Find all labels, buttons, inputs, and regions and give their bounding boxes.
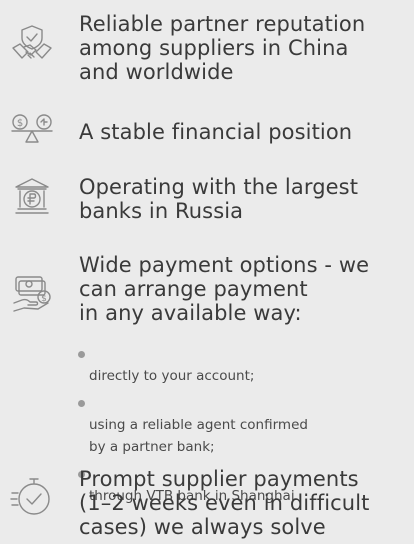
list-item: directly to your account; <box>77 343 410 387</box>
feature-text-payment: Wide payment options - we can arrange pa… <box>79 253 370 325</box>
handshake-icon <box>10 22 54 66</box>
feature-text-prompt-payments: Prompt supplier payments (1–2 weeks even… <box>79 467 370 539</box>
feature-text-financial: A stable financial position <box>79 120 353 144</box>
feature-text-reputation: Reliable partner reputation among suppli… <box>79 12 366 84</box>
bullet-dot <box>78 351 85 358</box>
feature-text-banks: Operating with the largest banks in Russ… <box>79 175 359 223</box>
balance-scale-icon: $ <box>10 110 54 154</box>
svg-text:$: $ <box>41 294 47 304</box>
stopwatch-check-icon <box>10 475 54 519</box>
bank-ruble-icon <box>10 175 54 219</box>
list-item: using a reliable agent confirmed by a pa… <box>77 392 410 458</box>
payment-hand-icon: $ <box>10 273 54 317</box>
bullet-dot <box>78 400 85 407</box>
svg-text:$: $ <box>17 118 23 129</box>
